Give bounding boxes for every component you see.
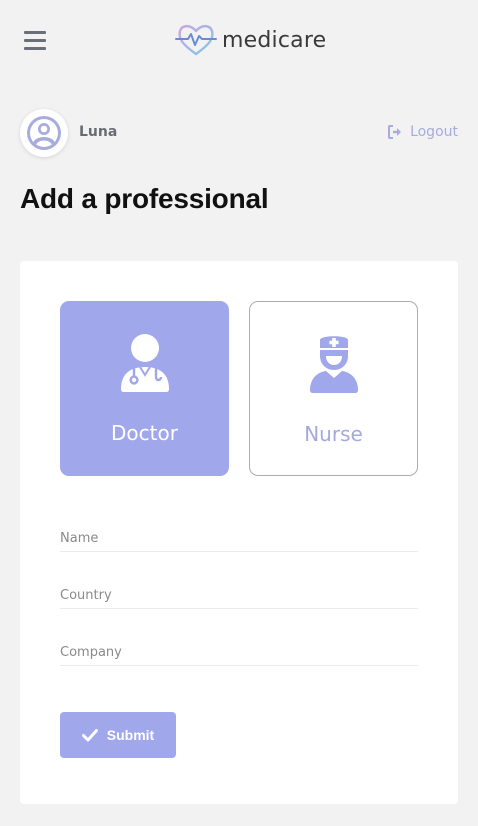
heart-pulse-icon bbox=[175, 24, 217, 56]
nurse-icon bbox=[309, 336, 358, 393]
username: Luna bbox=[79, 124, 118, 140]
page-title: Add a professional bbox=[20, 183, 269, 214]
add-professional-form: Doctor Nurse Submit bbox=[20, 261, 458, 804]
brand-logo[interactable]: medicare bbox=[174, 22, 326, 58]
brand-name: medicare bbox=[222, 27, 327, 53]
check-icon bbox=[81, 729, 98, 742]
submit-button[interactable]: Submit bbox=[60, 712, 176, 758]
doctor-icon bbox=[120, 334, 169, 392]
submit-label: Submit bbox=[106, 727, 155, 743]
company-field[interactable] bbox=[60, 626, 418, 666]
logout-link[interactable]: Logout bbox=[387, 124, 458, 140]
name-field[interactable] bbox=[60, 512, 418, 552]
user-circle-icon bbox=[27, 116, 61, 150]
sign-out-icon bbox=[388, 125, 402, 139]
doctor-option[interactable]: Doctor bbox=[60, 301, 229, 476]
hamburger-icon[interactable] bbox=[24, 31, 46, 51]
doctor-label: Doctor bbox=[111, 421, 178, 445]
avatar[interactable] bbox=[20, 109, 68, 157]
logout-label: Logout bbox=[410, 124, 458, 140]
page: medicare Luna Logout Add a professional bbox=[0, 0, 478, 826]
nurse-option[interactable]: Nurse bbox=[249, 301, 418, 476]
nurse-label: Nurse bbox=[304, 422, 363, 446]
country-field[interactable] bbox=[60, 569, 418, 609]
